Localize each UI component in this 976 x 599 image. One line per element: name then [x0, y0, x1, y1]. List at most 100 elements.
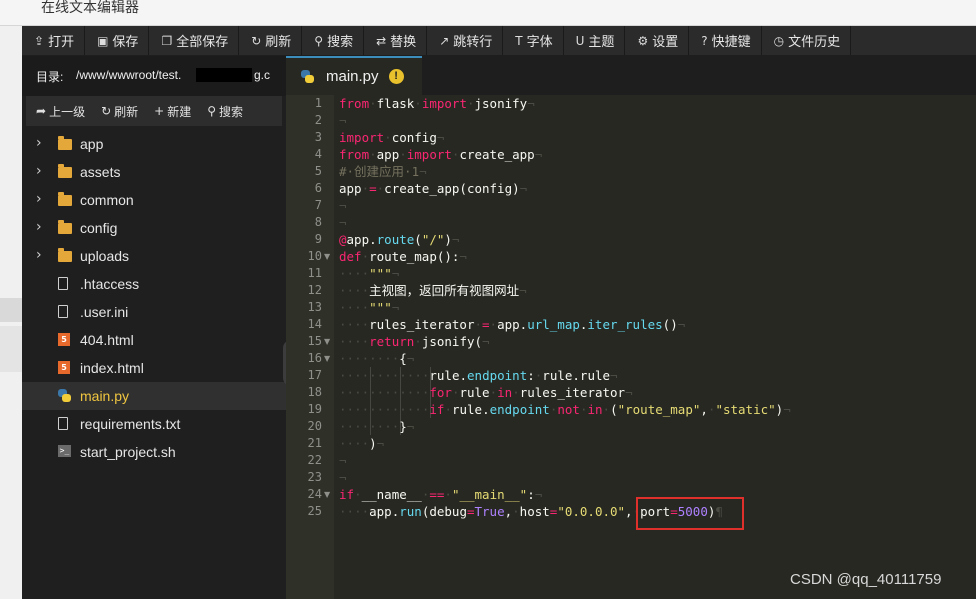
goto-line-button[interactable]: ↗ 跳转行 — [427, 26, 504, 55]
sidebar-search-button[interactable]: ⚲ 搜索 — [197, 103, 249, 120]
save-all-button[interactable]: ❐ 全部保存 — [149, 26, 240, 55]
html5-icon: 5 — [58, 361, 70, 374]
search-icon: ⚲ — [207, 104, 217, 118]
code-line: ····"""¬ — [339, 300, 400, 315]
warning-icon: ! — [388, 69, 404, 84]
help-icon: ? — [701, 33, 708, 48]
fold-arrow-icon[interactable]: ▼ — [324, 354, 330, 363]
theme-button[interactable]: U 主题 — [564, 26, 626, 55]
theme-icon: U — [575, 33, 585, 48]
open-button[interactable]: ⇪ 打开 — [22, 26, 86, 55]
line-number: 10 — [307, 249, 322, 263]
tree-file-start-project[interactable]: >_ start_project.sh — [22, 438, 286, 466]
chevron-right-icon: › — [36, 163, 42, 179]
line-number: 6 — [314, 181, 322, 195]
plus-icon: + — [154, 104, 165, 118]
code-line: ········{¬ — [339, 351, 415, 366]
tab-main-py[interactable]: main.py ! — [286, 56, 422, 95]
parent-dir-button[interactable]: ➦ 上一级 — [26, 103, 91, 120]
line-number: 18 — [307, 385, 322, 399]
directory-label: 目录: — [36, 70, 64, 84]
replace-button[interactable]: ⇄ 替换 — [364, 26, 428, 55]
code-line: from·app·import·create_app¬ — [339, 147, 543, 162]
line-number: 5 — [314, 164, 322, 178]
search-button[interactable]: ⚲ 搜索 — [302, 26, 365, 55]
tab-label: main.py — [326, 68, 379, 85]
code-line: ········}¬ — [339, 419, 415, 434]
annotation-highlight-box — [636, 497, 744, 530]
chevron-right-icon: › — [36, 219, 42, 235]
directory-path-suffix: g.c — [254, 68, 271, 82]
line-number: 21 — [307, 436, 322, 450]
refresh-button[interactable]: ↻ 刷新 — [239, 26, 303, 55]
code-line: ¬ — [339, 453, 347, 468]
tree-folder-app[interactable]: › app — [22, 130, 286, 158]
save-all-icon: ❐ — [161, 33, 173, 48]
line-number: 2 — [314, 113, 322, 127]
save-button[interactable]: ▣ 保存 — [85, 26, 150, 55]
refresh-icon: ↻ — [251, 33, 262, 48]
sidebar-refresh-button[interactable]: ↻ 刷新 — [91, 103, 144, 120]
settings-button[interactable]: ⚙ 设置 — [625, 26, 690, 55]
line-number: 3 — [314, 130, 322, 144]
code-line: ····rules_iterator·=·app.url_map.iter_ru… — [339, 317, 686, 332]
fold-arrow-icon[interactable]: ▼ — [324, 337, 330, 346]
folder-icon — [58, 164, 72, 178]
chevron-right-icon: › — [36, 191, 42, 207]
line-number: 7 — [314, 198, 322, 212]
python-icon — [58, 389, 71, 402]
watermark: CSDN @qq_40111759 — [790, 571, 942, 588]
code-line: ¬ — [339, 215, 347, 230]
new-file-button[interactable]: + 新建 — [144, 103, 197, 120]
code-line: app·=·create_app(config)¬ — [339, 181, 528, 196]
tree-folder-common[interactable]: › common — [22, 186, 286, 214]
file-history-button[interactable]: ◷ 文件历史 — [762, 26, 852, 55]
directory-bar: 目录: /www/wwwroot/test. g.c — [22, 56, 286, 96]
terminal-icon: >_ — [58, 445, 71, 457]
file-sidebar: 目录: /www/wwwroot/test. g.c ➦ 上一级 ↻ 刷新 + 新建 … — [22, 56, 286, 599]
tree-file-index-html[interactable]: 5 index.html — [22, 354, 286, 382]
line-number: 4 — [314, 147, 322, 161]
line-number: 25 — [307, 504, 322, 518]
tree-file-user-ini[interactable]: .user.ini — [22, 298, 286, 326]
line-number: 14 — [307, 317, 322, 331]
html5-icon: 5 — [58, 333, 70, 346]
code-line: if·__name__·==·"__main__":¬ — [339, 487, 543, 502]
tree-file-requirements[interactable]: requirements.txt — [22, 410, 286, 438]
replace-icon: ⇄ — [376, 33, 387, 48]
line-number: 23 — [307, 470, 322, 484]
line-number: 15 — [307, 334, 322, 348]
shortcuts-button[interactable]: ? 快捷键 — [689, 26, 762, 55]
refresh-icon: ↻ — [101, 104, 112, 118]
redaction-mask — [196, 68, 252, 82]
tree-file-main-py[interactable]: main.py — [22, 382, 286, 410]
tree-folder-config[interactable]: › config — [22, 214, 286, 242]
left-background-strip — [0, 26, 22, 599]
tree-file-404-html[interactable]: 5 404.html — [22, 326, 286, 354]
line-number: 19 — [307, 402, 322, 416]
upload-icon: ⇪ — [34, 33, 45, 48]
line-number: 1 — [314, 96, 322, 110]
goto-line-icon: ↗ — [439, 33, 450, 48]
fold-arrow-icon[interactable]: ▼ — [324, 252, 330, 261]
line-number: 17 — [307, 368, 322, 382]
code-line: ············if·rule.endpoint·not·in·("ro… — [339, 402, 791, 417]
code-line: ¬ — [339, 113, 347, 128]
tree-file-htaccess[interactable]: .htaccess — [22, 270, 286, 298]
font-button[interactable]: T 字体 — [503, 26, 564, 55]
font-icon: T — [515, 33, 523, 48]
fold-arrow-icon[interactable]: ▼ — [324, 490, 330, 499]
code-line: ····"""¬ — [339, 266, 400, 281]
code-line: def·route_map():¬ — [339, 249, 467, 264]
line-number: 22 — [307, 453, 322, 467]
code-line: @app.route("/")¬ — [339, 232, 460, 247]
folder-icon — [58, 220, 72, 234]
line-number: 11 — [307, 266, 322, 280]
file-icon — [58, 305, 68, 318]
chevron-right-icon: › — [36, 135, 42, 151]
tree-folder-assets[interactable]: › assets — [22, 158, 286, 186]
line-number: 9 — [314, 232, 322, 246]
line-number: 24 — [307, 487, 322, 501]
tree-folder-uploads[interactable]: › uploads — [22, 242, 286, 270]
line-number: 8 — [314, 215, 322, 229]
